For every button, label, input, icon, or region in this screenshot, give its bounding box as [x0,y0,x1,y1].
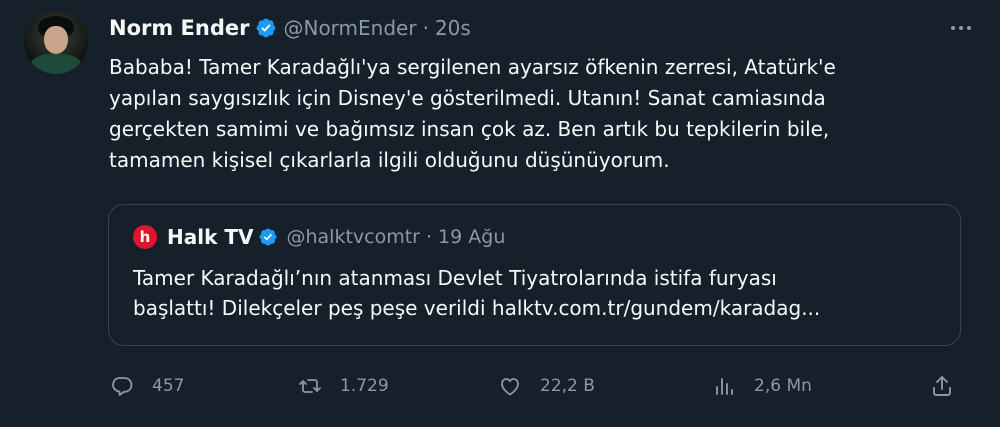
retweet-count: 1.729 [340,376,389,396]
retweet-icon [299,379,321,393]
author-handle[interactable]: @NormEnder [283,16,416,40]
views-button[interactable]: 2,6 Mn [712,368,812,404]
more-horizontal-icon[interactable] [946,18,976,38]
tweet-text-line: Bababa! Tamer Karadağlı'ya sergilenen ay… [109,55,836,79]
like-count: 22,2 B [540,376,595,396]
share-button[interactable] [930,368,954,404]
quote-header: h Halk TV @halktvcomtr · 19 Ağu [133,225,505,249]
like-button[interactable]: 22,2 B [498,368,595,404]
quote-author-handle: @halktvcomtr [286,226,420,248]
quote-text: Tamer Karadağlı’nın atanması Devlet Tiya… [133,263,933,323]
heart-icon [501,378,519,396]
quote-author-name: Halk TV [167,225,254,249]
tweet-actions: 457 1.729 22,2 B 2,6 Mn [108,368,966,404]
separator-dot: · [426,226,433,248]
reply-button[interactable]: 457 [110,368,184,404]
views-count: 2,6 Mn [754,376,812,396]
tweet[interactable]: Norm Ender @NormEnder · 20s Bababa! Tame… [0,0,1000,427]
retweet-button[interactable]: 1.729 [298,368,389,404]
quote-text-line: Tamer Karadağlı’nın atanması Devlet Tiya… [133,266,777,290]
reply-icon [112,377,133,396]
tweet-text-line: yapılan saygısızlık için Disney'e göster… [109,86,826,110]
quoted-tweet[interactable]: h Halk TV @halktvcomtr · 19 Ağu Tamer Ka… [108,204,961,346]
verified-badge-icon [258,227,278,247]
avatar-face [44,26,68,54]
analytics-icon [716,378,733,395]
quote-text-line: başlattı! Dilekçeler peş peşe verildi ha… [133,296,821,320]
quote-timestamp: 19 Ağu [438,226,506,248]
tweet-text-line: gerçekten samimi ve bağımsız insan çok a… [109,117,830,141]
tweet-timestamp[interactable]: 20s [435,16,471,40]
author-name[interactable]: Norm Ender [109,16,249,40]
tweet-text-line: tamamen kişisel çıkarlarla ilgili olduğu… [109,148,670,172]
tweet-text: Bababa! Tamer Karadağlı'ya sergilenen ay… [109,52,969,176]
reply-count: 457 [152,376,185,396]
halktv-logo-icon: h [133,225,157,249]
separator-dot: · [422,16,429,40]
avatar[interactable] [24,10,88,74]
tweet-header: Norm Ender @NormEnder · 20s [109,14,471,42]
share-icon [933,376,951,396]
avatar-shirt [30,54,82,74]
verified-badge-icon[interactable] [255,17,277,39]
